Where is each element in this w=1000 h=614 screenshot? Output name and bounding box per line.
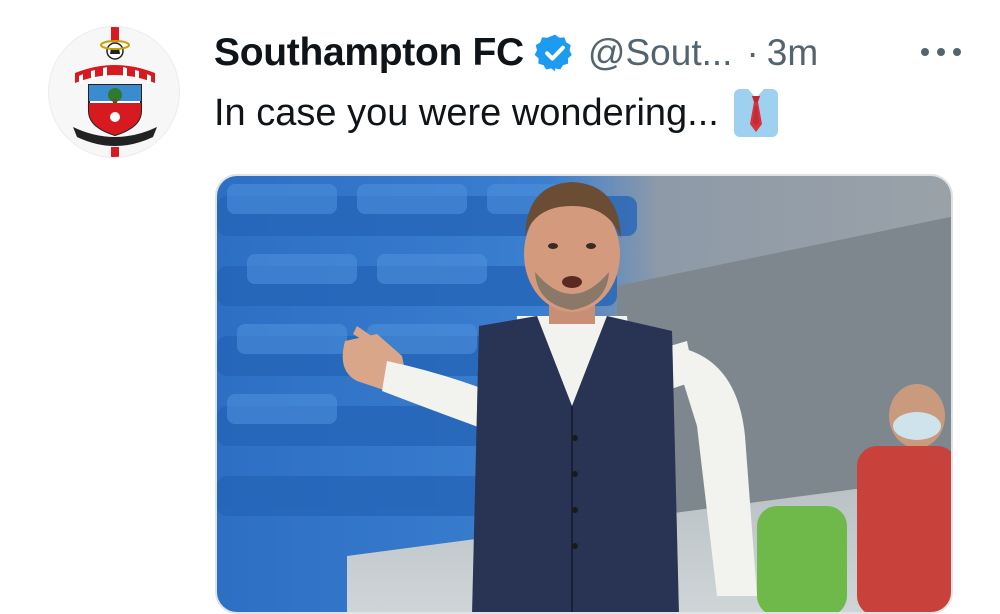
display-name[interactable]: Southampton FC [214, 31, 524, 75]
southampton-crest-logo [73, 27, 157, 157]
more-options-icon[interactable] [912, 32, 970, 72]
profile-avatar[interactable] [48, 26, 180, 158]
user-handle[interactable]: @Sout... [588, 32, 733, 74]
tweet-text: In case you were wondering... [214, 88, 779, 138]
separator-dot: · [746, 32, 759, 73]
timestamp[interactable]: 3m [767, 32, 818, 74]
verified-badge-icon [534, 32, 576, 74]
tweet-header: Southampton FC @Sout... · 3m [214, 26, 970, 80]
necktie-emoji-icon [733, 88, 779, 138]
photo-manager-pointing-in-stadium [217, 176, 951, 612]
tweet-body: In case you were wondering... [214, 91, 719, 134]
tweet-media-photo[interactable] [215, 174, 953, 614]
